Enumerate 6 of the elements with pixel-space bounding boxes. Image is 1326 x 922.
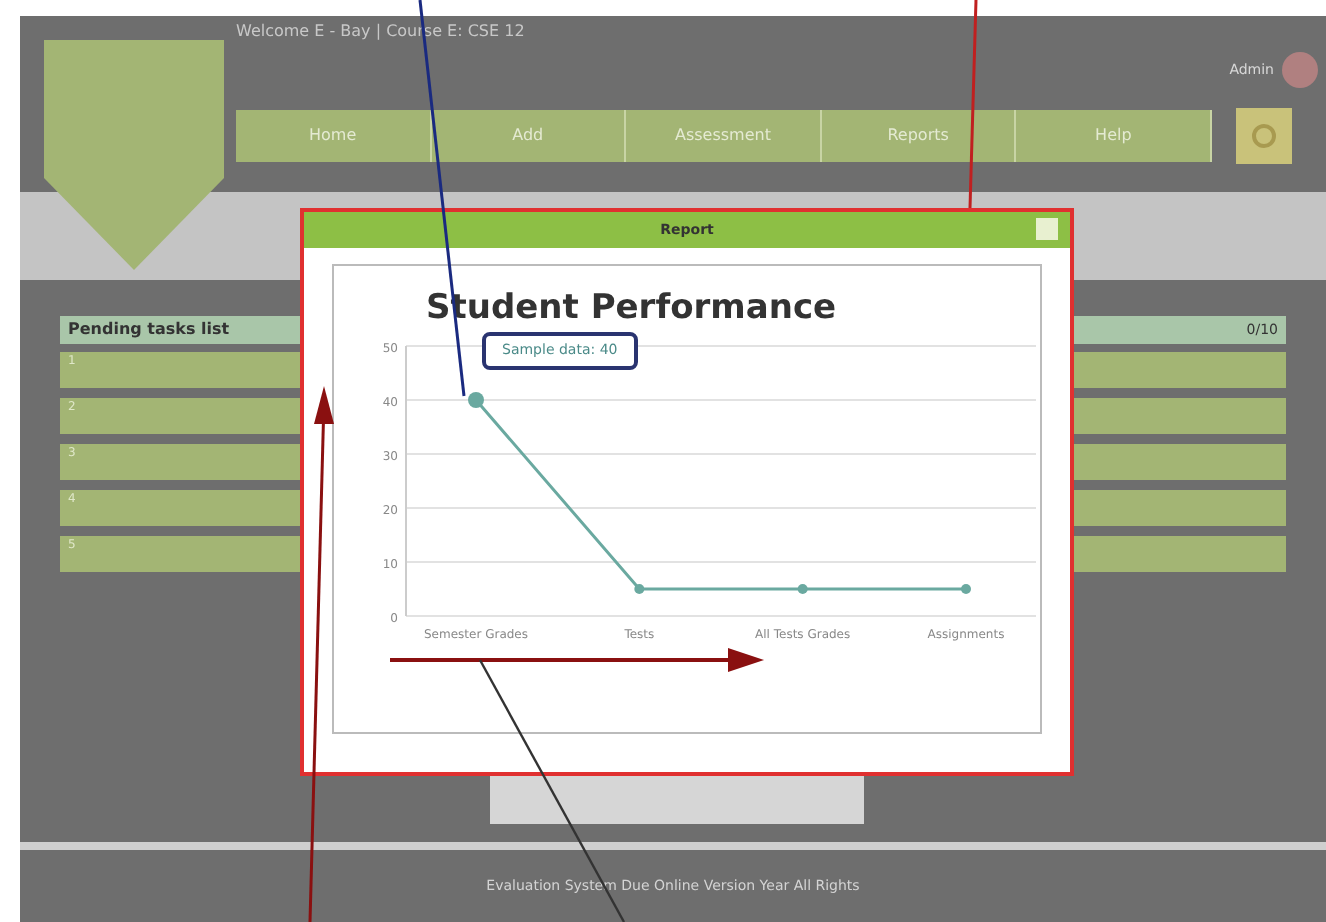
nav-tab[interactable]: Home — [236, 110, 432, 162]
panel-title: Pending tasks list — [68, 318, 230, 342]
nav-tab[interactable]: Assessment — [626, 110, 822, 162]
nav-tab[interactable]: Help — [1016, 110, 1212, 162]
nav-tab[interactable]: Add — [431, 110, 627, 162]
nav-tab[interactable]: Reports — [821, 110, 1017, 162]
